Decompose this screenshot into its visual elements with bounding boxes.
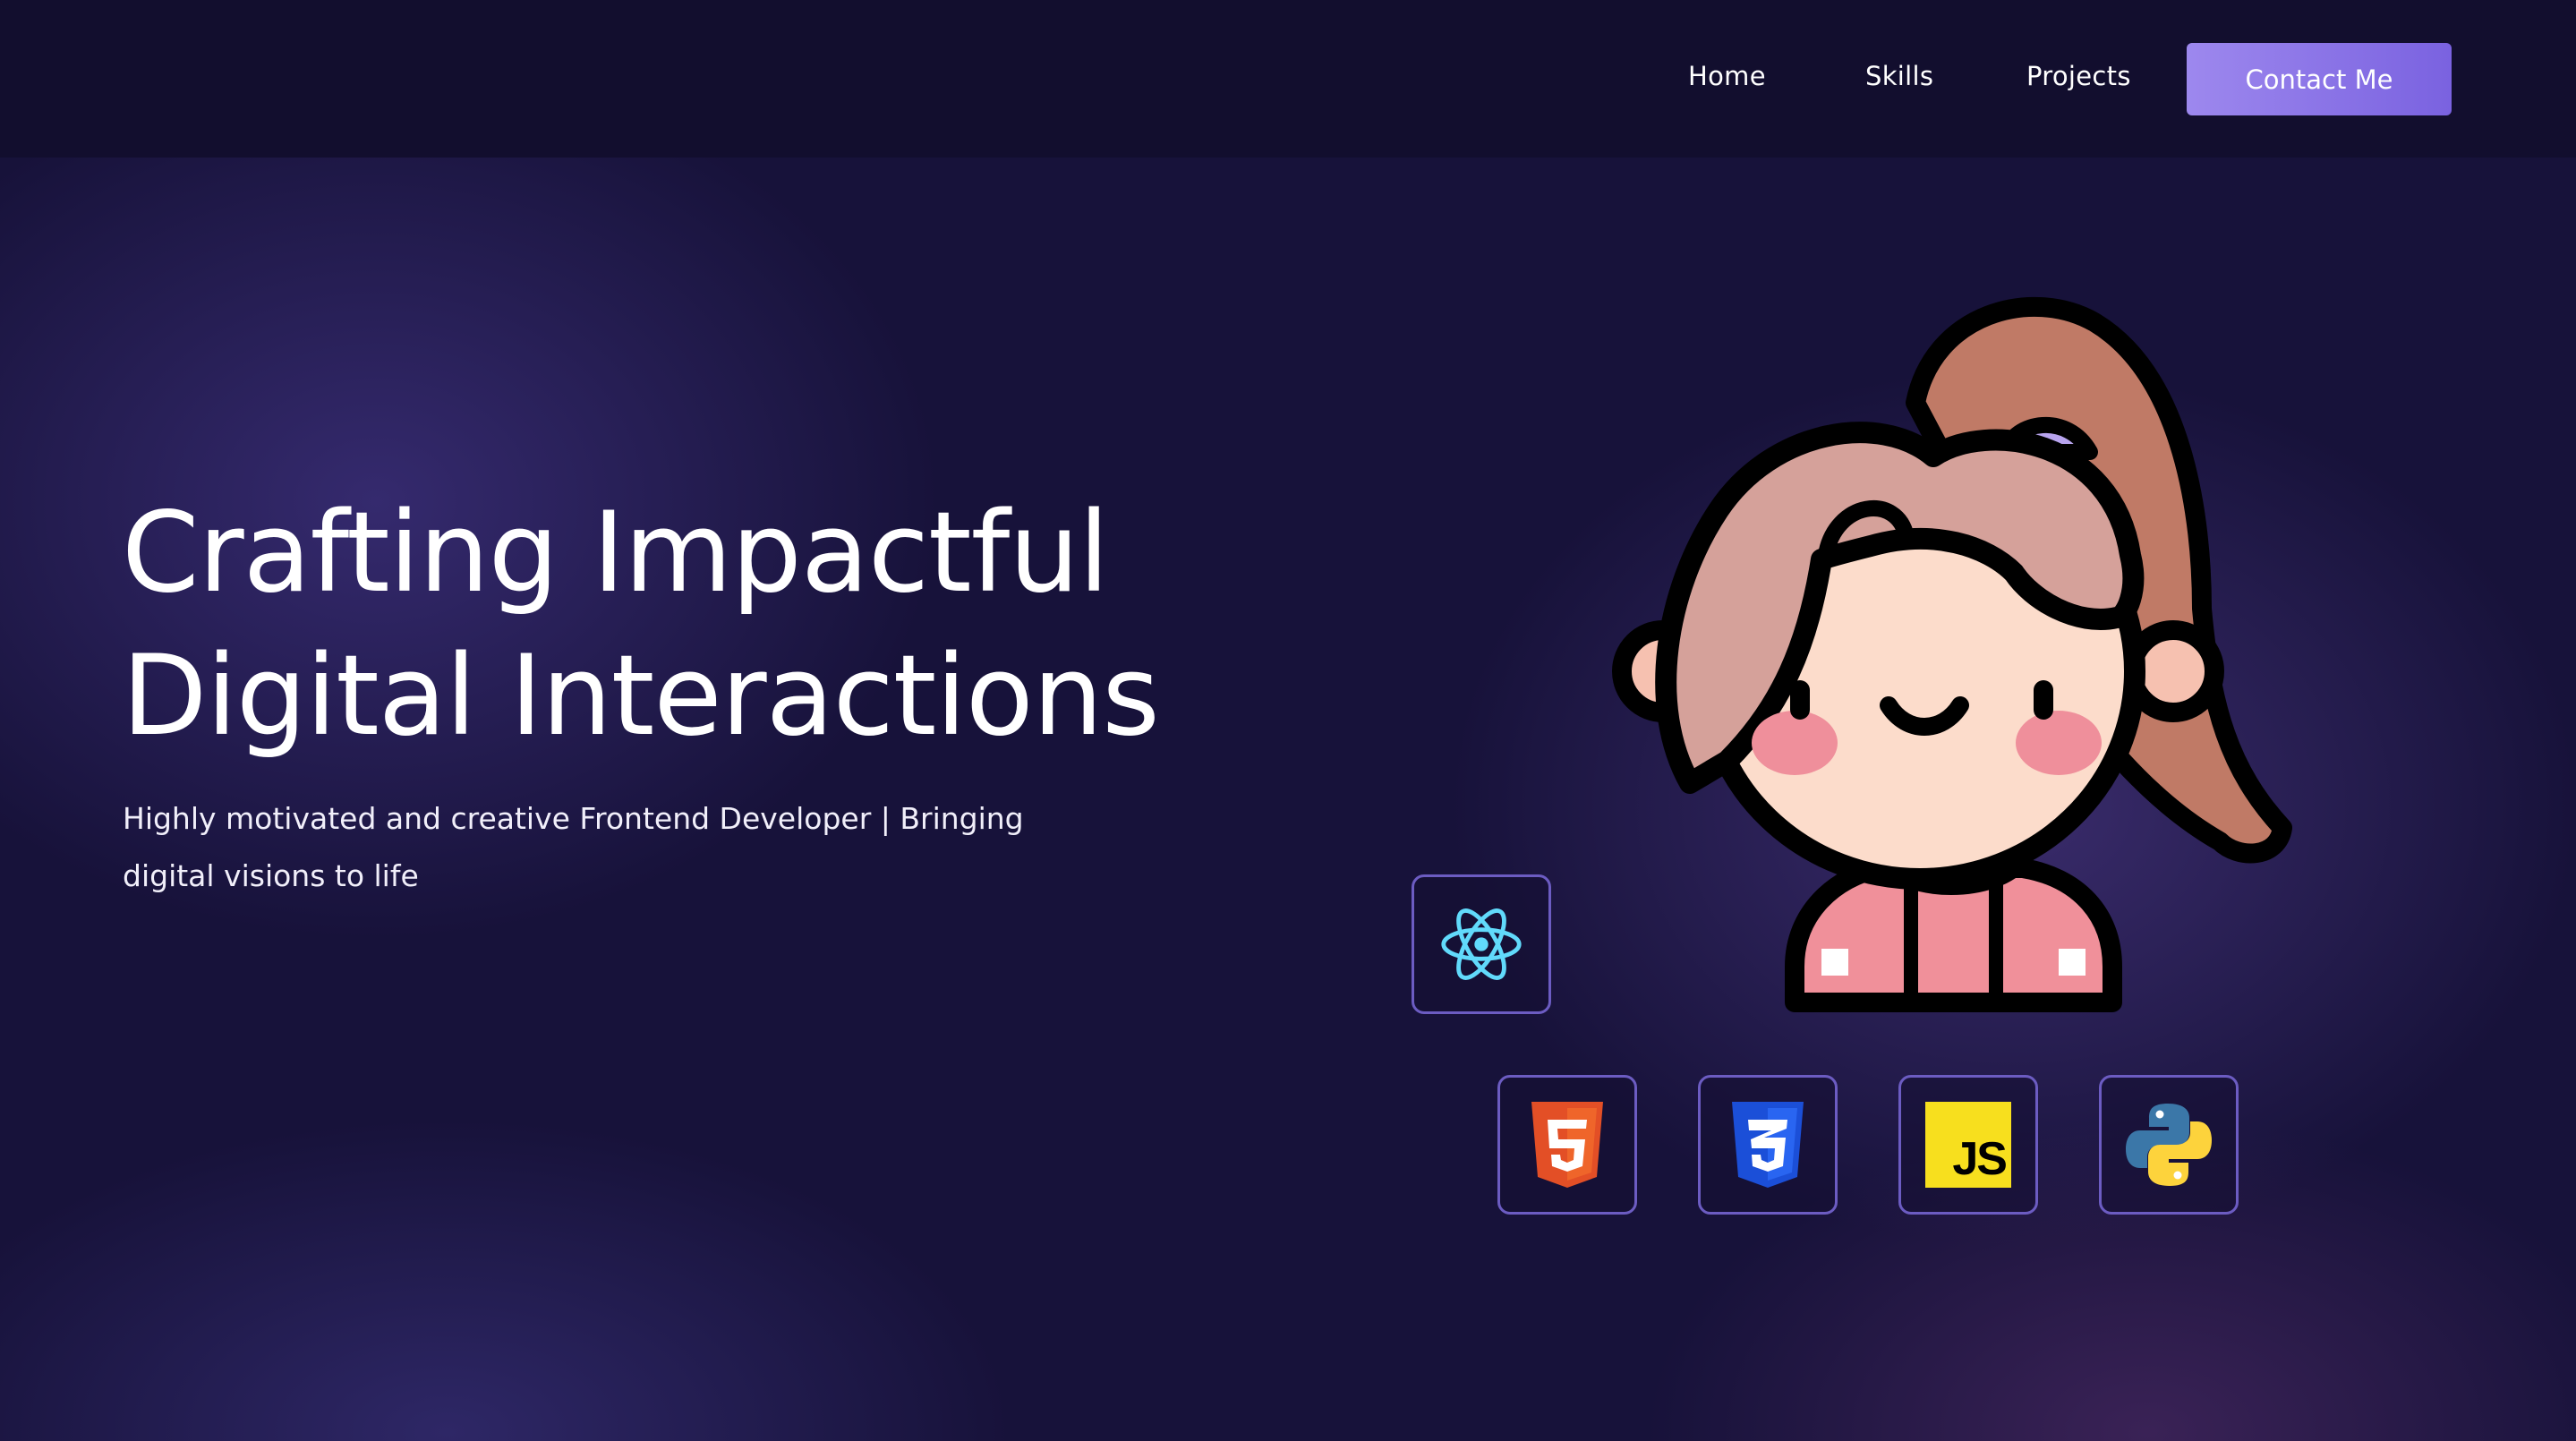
skill-tile-react: [1412, 874, 1551, 1014]
hero-subtitle-line-2: digital visions to life: [123, 858, 419, 893]
nav-link-skills[interactable]: Skills: [1865, 61, 1933, 91]
hero-subtitle-line-1: Highly motivated and creative Frontend D…: [123, 801, 1024, 836]
javascript-icon: JS: [1925, 1102, 2011, 1188]
skill-tile-python: [2099, 1075, 2239, 1215]
nav-link-projects[interactable]: Projects: [2026, 61, 2131, 91]
css3-icon: [1732, 1102, 1804, 1188]
hero-title-line-1: Crafting Impactful: [122, 489, 1109, 618]
navbar: Home Skills Projects Contact Me: [0, 0, 2576, 158]
react-icon: [1441, 908, 1522, 980]
hero-title: Crafting Impactful Digital Interactions: [122, 482, 1375, 768]
javascript-icon-label: JS: [1952, 1133, 2008, 1185]
python-icon: [2126, 1104, 2212, 1186]
html5-icon: [1531, 1102, 1603, 1188]
skill-tile-javascript: JS: [1898, 1075, 2038, 1215]
avatar-illustration: [1612, 296, 2292, 1012]
contact-me-button[interactable]: Contact Me: [2187, 43, 2452, 115]
skill-tile-html5: [1497, 1075, 1637, 1215]
hero-subtitle: Highly motivated and creative Frontend D…: [123, 790, 1089, 905]
skill-tile-css3: [1698, 1075, 1838, 1215]
hero-title-line-2: Digital Interactions: [122, 632, 1160, 761]
nav-link-home[interactable]: Home: [1688, 61, 1766, 91]
